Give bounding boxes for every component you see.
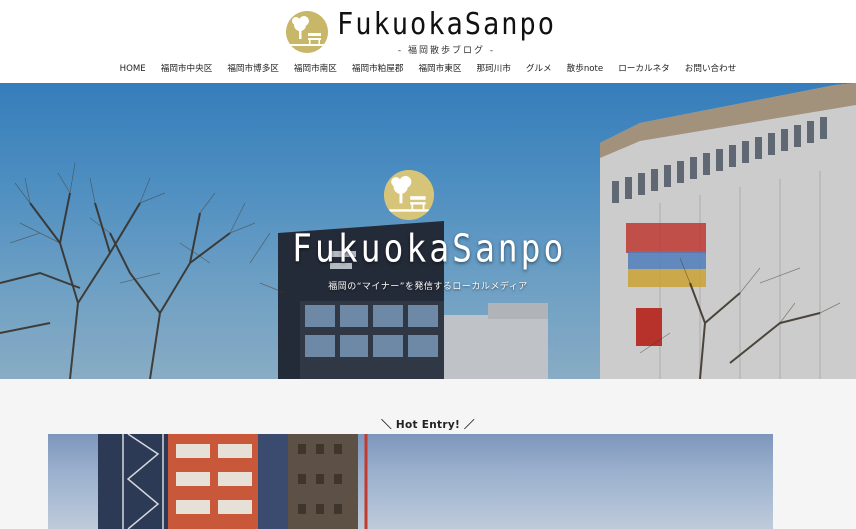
nav-hakata[interactable]: 福岡市博多区 (227, 61, 279, 77)
main-nav: HOME 福岡市中央区 福岡市博多区 福岡市南区 福岡市粕屋郡 福岡市東区 那珂… (0, 61, 856, 77)
hero-tagline: 福岡の“マイナー”を発信するローカルメディア (328, 282, 528, 292)
logo-subtitle: - 福岡散歩ブログ - (397, 46, 496, 56)
nav-sanpo-note[interactable]: 散歩note (567, 61, 604, 77)
nav-contact[interactable]: お問い合わせ (685, 61, 737, 77)
hot-entry-heading: ＼ Hot Entry! ／ (381, 419, 475, 431)
content-area: ＼ Hot Entry! ／ (0, 379, 856, 529)
nav-local-neta[interactable]: ローカルネタ (618, 61, 670, 77)
hot-entry-photo (98, 434, 368, 529)
logo-tree-bench-icon (286, 11, 328, 53)
site-logo[interactable]: FukuokaSanpo - 福岡散歩ブログ - (286, 6, 557, 56)
nav-kasuya[interactable]: 福岡市粕屋郡 (352, 61, 404, 77)
nav-home[interactable]: HOME (120, 61, 146, 77)
hero-tree-bench-icon (384, 170, 434, 220)
hot-entry-thumbnail[interactable] (48, 434, 773, 529)
hero-title: FukuokaSanpo (292, 226, 567, 271)
nav-chuo[interactable]: 福岡市中央区 (161, 61, 213, 77)
logo-title: FukuokaSanpo (337, 6, 557, 42)
nav-gourmet[interactable]: グルメ (526, 61, 552, 77)
nav-minami[interactable]: 福岡市南区 (294, 61, 337, 77)
hero-banner: FukuokaSanpo 福岡の“マイナー”を発信するローカルメディア (0, 83, 856, 379)
nav-nakagawa[interactable]: 那珂川市 (476, 61, 510, 77)
site-header: FukuokaSanpo - 福岡散歩ブログ - HOME 福岡市中央区 福岡市… (0, 0, 856, 83)
nav-higashi[interactable]: 福岡市東区 (418, 61, 461, 77)
